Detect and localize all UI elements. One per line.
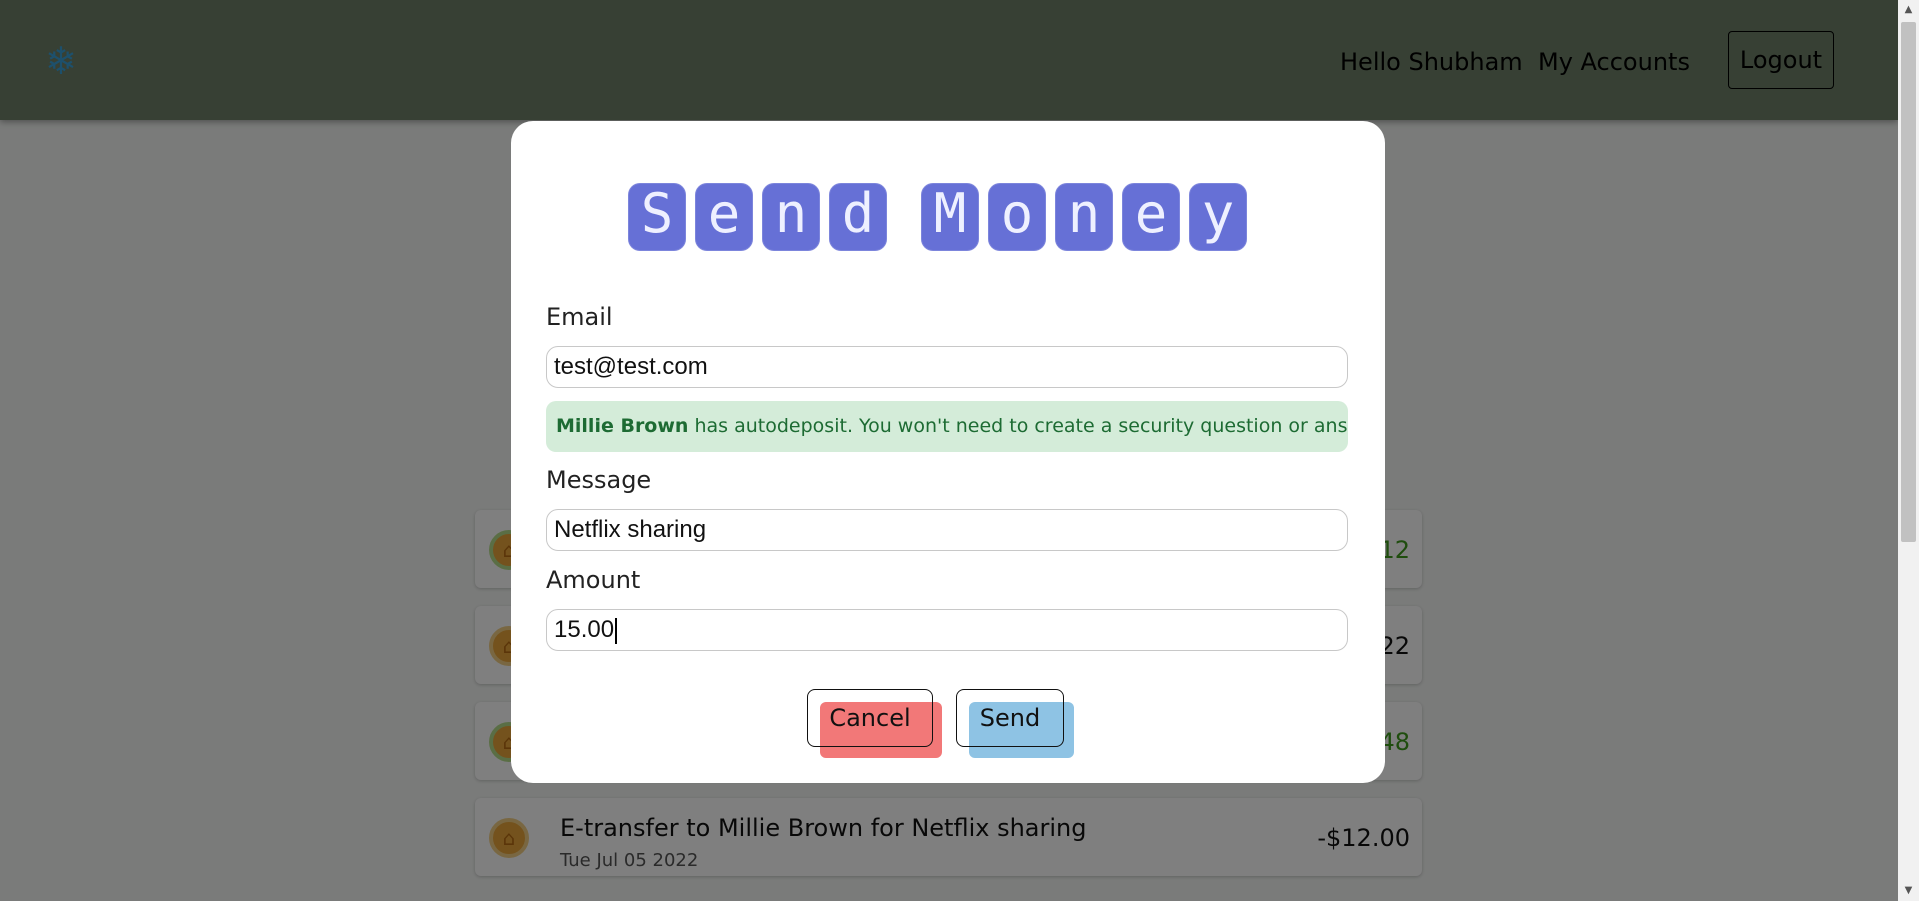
scroll-up-arrow-icon[interactable]: ▲ bbox=[1898, 0, 1919, 20]
scrollbar-thumb[interactable] bbox=[1901, 22, 1916, 542]
modal-title: SendMoney bbox=[628, 183, 1268, 255]
title-tiles: SendMoney bbox=[628, 183, 1256, 251]
amount-field[interactable]: 15.00 bbox=[546, 609, 1348, 651]
scroll-down-arrow-icon[interactable]: ▼ bbox=[1898, 881, 1919, 901]
message-field[interactable]: Netflix sharing bbox=[546, 509, 1348, 551]
notice-text: has autodeposit. You won't need to creat… bbox=[688, 415, 1348, 437]
title-letter-tile: o bbox=[988, 183, 1046, 251]
title-letter-tile: S bbox=[628, 183, 686, 251]
title-letter-tile: e bbox=[1122, 183, 1180, 251]
title-letter-tile: n bbox=[1055, 183, 1113, 251]
title-letter-tile: M bbox=[921, 183, 979, 251]
email-label: Email bbox=[546, 303, 613, 331]
cancel-button[interactable]: Cancel bbox=[807, 689, 933, 747]
notice-recipient-name: Millie Brown bbox=[556, 415, 689, 437]
title-letter-tile: y bbox=[1189, 183, 1247, 251]
autodeposit-notice: Millie Brown has autodeposit. You won't … bbox=[546, 401, 1348, 452]
title-letter-tile: n bbox=[762, 183, 820, 251]
message-label: Message bbox=[546, 466, 652, 494]
title-letter-tile: e bbox=[695, 183, 753, 251]
amount-value: 15.00 bbox=[554, 616, 615, 643]
title-letter-tile: d bbox=[829, 183, 887, 251]
amount-label: Amount bbox=[546, 566, 641, 594]
email-field[interactable]: test@test.com bbox=[546, 346, 1348, 388]
send-button[interactable]: Send bbox=[956, 689, 1064, 747]
send-money-modal: SendMoney Email test@test.com Millie Bro… bbox=[511, 121, 1385, 783]
text-caret bbox=[615, 617, 618, 644]
page-scrollbar[interactable]: ▲ ▼ bbox=[1898, 0, 1919, 901]
